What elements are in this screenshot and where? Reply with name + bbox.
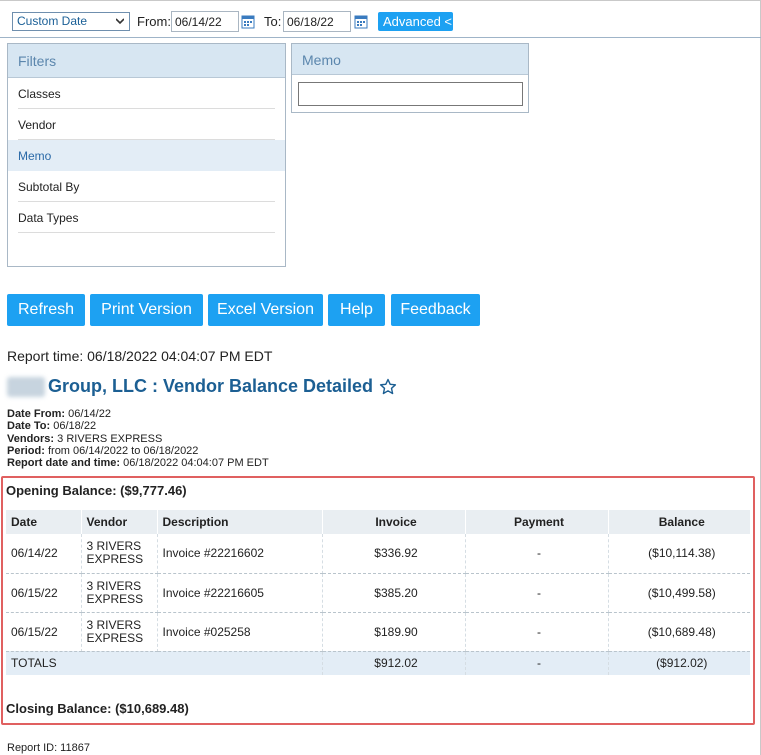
memo-panel: Memo [291, 43, 529, 113]
cell-payment: - [465, 612, 609, 652]
feedback-button[interactable]: Feedback [391, 294, 480, 326]
vendor-line: EXPRESS [86, 630, 144, 645]
report-meta: Date From: 06/14/22 Date To: 06/18/22 Ve… [7, 408, 269, 469]
meta-period: from 06/14/2022 to 06/18/2022 [47, 444, 199, 457]
report-title: Group, LLC : Vendor Balance Detailed [48, 376, 374, 396]
date-range-select[interactable]: Custom Date [12, 12, 130, 31]
meta-label: Vendors: [7, 432, 55, 445]
table-row: 06/15/22 3 RIVERS EXPRESS Invoice #222166… [6, 573, 750, 613]
totals-payment: - [465, 651, 609, 675]
totals-label: TOTALS [6, 651, 323, 675]
filter-item-classes[interactable]: Classes [8, 78, 285, 109]
table-header-row: Date Vendor Description Invoice Payment … [6, 510, 750, 534]
cell-balance: ($10,689.48) [608, 612, 750, 652]
from-date-input[interactable]: 06/14/22 [171, 11, 239, 32]
from-label: From: [137, 14, 171, 29]
report-time: Report time: 06/18/2022 04:04:07 PM EDT [7, 348, 273, 364]
print-version-button[interactable]: Print Version [90, 294, 203, 326]
vendor-line: 3 RIVERS [86, 578, 142, 593]
meta-label: Period: [7, 444, 45, 457]
column-header-balance: Balance [608, 510, 750, 534]
vendor-balance-table: Date Vendor Description Invoice Payment … [6, 510, 750, 675]
cell-payment: - [465, 573, 609, 613]
meta-label: Date To: [7, 420, 51, 433]
totals-row: TOTALS $912.02 - ($912.02) [6, 651, 750, 675]
cell-balance: ($10,114.38) [608, 534, 750, 574]
to-date-input[interactable]: 06/18/22 [283, 11, 351, 32]
vendor-line: EXPRESS [86, 591, 144, 606]
cell-date: 06/15/22 [6, 612, 82, 652]
filter-item-data-types[interactable]: Data Types [8, 202, 285, 233]
cell-balance: ($10,499.58) [608, 573, 750, 613]
totals-balance: ($912.02) [608, 651, 750, 675]
meta-datetime: 06/18/2022 04:04:07 PM EDT [123, 457, 269, 470]
cell-vendor: 3 RIVERS EXPRESS [81, 573, 158, 613]
meta-vendors: 3 RIVERS EXPRESS [57, 432, 163, 445]
cell-date: 06/15/22 [6, 573, 82, 613]
column-header-vendor: Vendor [81, 510, 158, 534]
meta-date-to: 06/18/22 [53, 420, 97, 433]
meta-label: Date From: [7, 408, 66, 420]
redacted-company-name [7, 377, 45, 397]
vendor-line: 3 RIVERS [86, 539, 142, 554]
excel-version-button[interactable]: Excel Version [208, 294, 323, 326]
totals-invoice: $912.02 [322, 651, 466, 675]
date-range-value: Custom Date [17, 14, 88, 28]
calendar-icon[interactable] [241, 13, 255, 29]
filters-panel: Filters Classes Vendor Memo Subtotal By … [7, 43, 286, 267]
to-label: To: [264, 14, 282, 29]
cell-payment: - [465, 534, 609, 574]
column-header-date: Date [6, 510, 82, 534]
cell-date: 06/14/22 [6, 534, 82, 574]
vendor-line: 3 RIVERS [86, 617, 142, 632]
star-icon[interactable] [379, 378, 397, 396]
memo-input[interactable] [298, 82, 523, 106]
column-header-description: Description [157, 510, 323, 534]
cell-invoice: $336.92 [322, 534, 466, 574]
date-toolbar: Custom Date From: 06/14/22 To: 06/18/22 … [0, 0, 761, 38]
advanced-toggle-button[interactable]: Advanced < [378, 12, 453, 31]
filter-item-subtotal-by[interactable]: Subtotal By [8, 171, 285, 202]
cell-description: Invoice #22216605 [157, 573, 323, 613]
meta-date-from: 06/14/22 [68, 408, 111, 420]
opening-balance: Opening Balance: ($9,777.46) [6, 483, 187, 498]
meta-label: Report date and time: [7, 457, 121, 470]
closing-balance: Closing Balance: ($10,689.48) [6, 701, 189, 716]
refresh-button[interactable]: Refresh [7, 294, 85, 326]
memo-heading: Memo [292, 44, 528, 75]
column-header-invoice: Invoice [322, 510, 466, 534]
vendor-line: EXPRESS [86, 552, 144, 567]
table-row: 06/15/22 3 RIVERS EXPRESS Invoice #025258… [6, 612, 750, 652]
cell-vendor: 3 RIVERS EXPRESS [81, 612, 158, 652]
cell-vendor: 3 RIVERS EXPRESS [81, 534, 158, 574]
filters-heading: Filters [8, 44, 285, 78]
calendar-icon[interactable] [354, 13, 368, 29]
filter-item-memo[interactable]: Memo [8, 140, 285, 171]
cell-invoice: $385.20 [322, 573, 466, 613]
report-id: Report ID: 11867 [7, 742, 90, 754]
cell-invoice: $189.90 [322, 612, 466, 652]
chevron-down-icon [116, 18, 124, 25]
filter-item-vendor[interactable]: Vendor [8, 109, 285, 140]
help-button[interactable]: Help [328, 294, 385, 326]
cell-description: Invoice #025258 [157, 612, 323, 652]
table-row: 06/14/22 3 RIVERS EXPRESS Invoice #222166… [6, 534, 750, 574]
column-header-payment: Payment [465, 510, 609, 534]
cell-description: Invoice #22216602 [157, 534, 323, 574]
